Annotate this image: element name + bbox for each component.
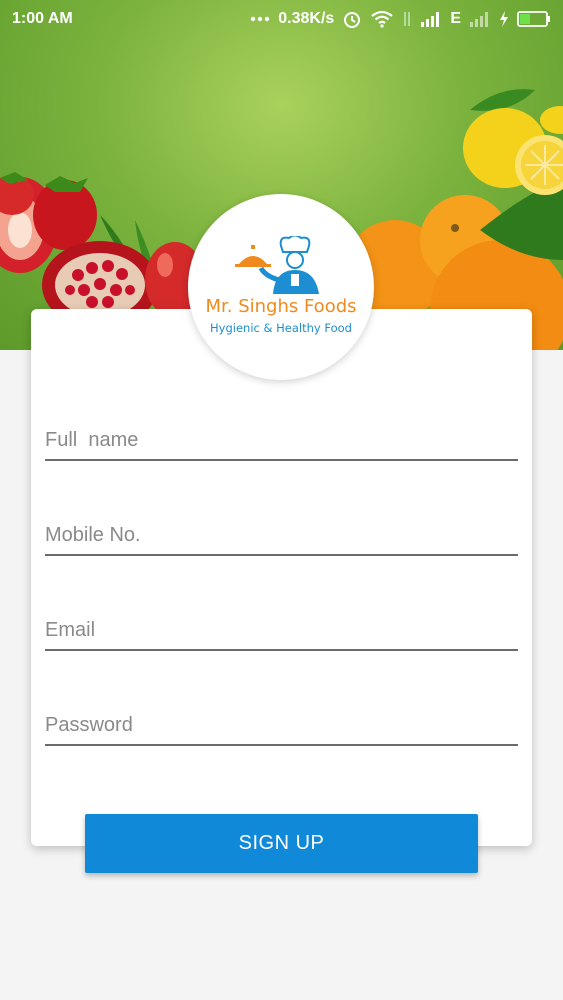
network-speed: 0.38K/s <box>278 10 335 27</box>
lemon-image <box>463 106 563 195</box>
password-field-container <box>45 706 518 746</box>
email-input[interactable] <box>45 611 518 649</box>
mobile-input[interactable] <box>45 516 518 554</box>
charging-icon <box>499 11 509 27</box>
status-bar: 1:00 AM 0.38K/s E <box>0 0 563 38</box>
full-name-input[interactable] <box>45 421 518 459</box>
signal-off-icon <box>469 11 491 27</box>
full-name-field-container <box>45 421 518 461</box>
brand-tagline: Hygienic & Healthy Food <box>210 321 352 335</box>
password-input[interactable] <box>45 706 518 744</box>
sign-up-button[interactable]: SIGN UP <box>85 814 478 873</box>
network-type: E <box>450 10 461 27</box>
alarm-icon <box>342 9 362 29</box>
brand-name: Mr. Singhs Foods <box>205 296 357 317</box>
mobile-field-container <box>45 516 518 556</box>
status-time: 1:00 AM <box>12 10 73 27</box>
more-dots-icon <box>250 16 270 22</box>
signup-card <box>31 309 532 846</box>
email-field-container <box>45 611 518 651</box>
data-transfer-icon <box>402 10 412 28</box>
signal-icon <box>420 11 442 27</box>
brand-logo: Mr. Singhs Foods Hygienic & Healthy Food <box>188 194 374 380</box>
chef-serving-icon <box>235 236 319 294</box>
wifi-icon <box>370 10 394 28</box>
battery-icon <box>517 11 551 27</box>
